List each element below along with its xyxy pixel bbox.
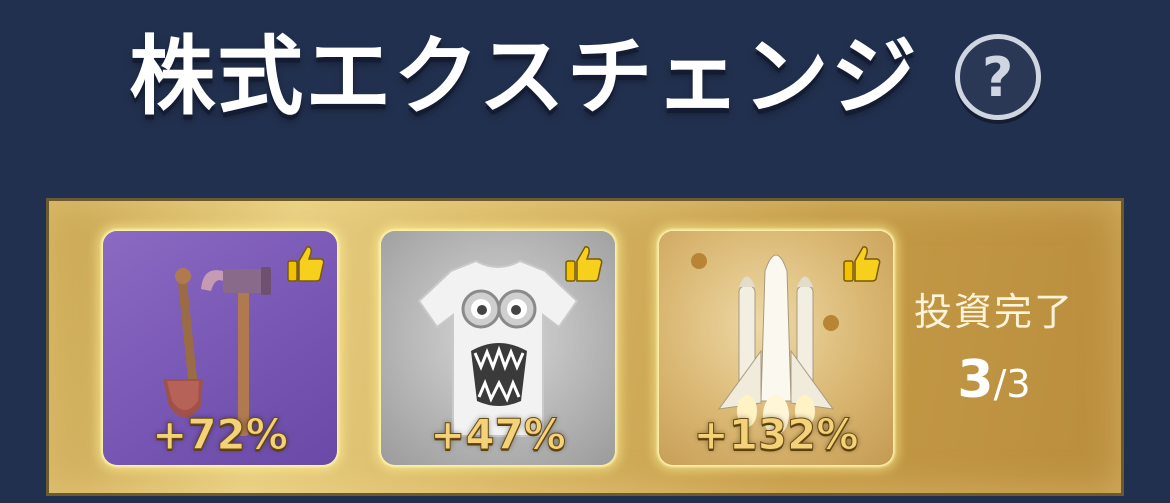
change-percent: +72%	[152, 410, 289, 460]
investment-card-tools[interactable]: +72%	[103, 231, 337, 465]
investment-panel: +72% +47% +132% 投資完了 3/3	[46, 198, 1124, 496]
investment-count: 3/3	[899, 350, 1089, 410]
count-separator: /	[993, 362, 1007, 406]
investment-card-tshirt[interactable]: +47%	[381, 231, 615, 465]
help-button[interactable]: ?	[954, 34, 1041, 120]
header: 株式エクスチェンジ ?	[0, 22, 1170, 132]
question-mark-icon: ?	[982, 45, 1014, 109]
status-label: 投資完了	[913, 290, 1074, 334]
page-title: 株式エクスチェンジ	[129, 27, 919, 127]
investment-status: 投資完了 3/3	[899, 281, 1089, 410]
change-percent: +47%	[430, 410, 567, 460]
investment-card-rocket[interactable]: +132%	[659, 231, 893, 465]
thumbs-up-icon	[843, 246, 881, 282]
change-percent: +132%	[693, 410, 859, 460]
thumbs-up-icon	[287, 246, 325, 282]
investments-total: 3	[1006, 362, 1031, 406]
investments-done: 3	[957, 350, 994, 410]
thumbs-up-icon	[565, 246, 603, 282]
